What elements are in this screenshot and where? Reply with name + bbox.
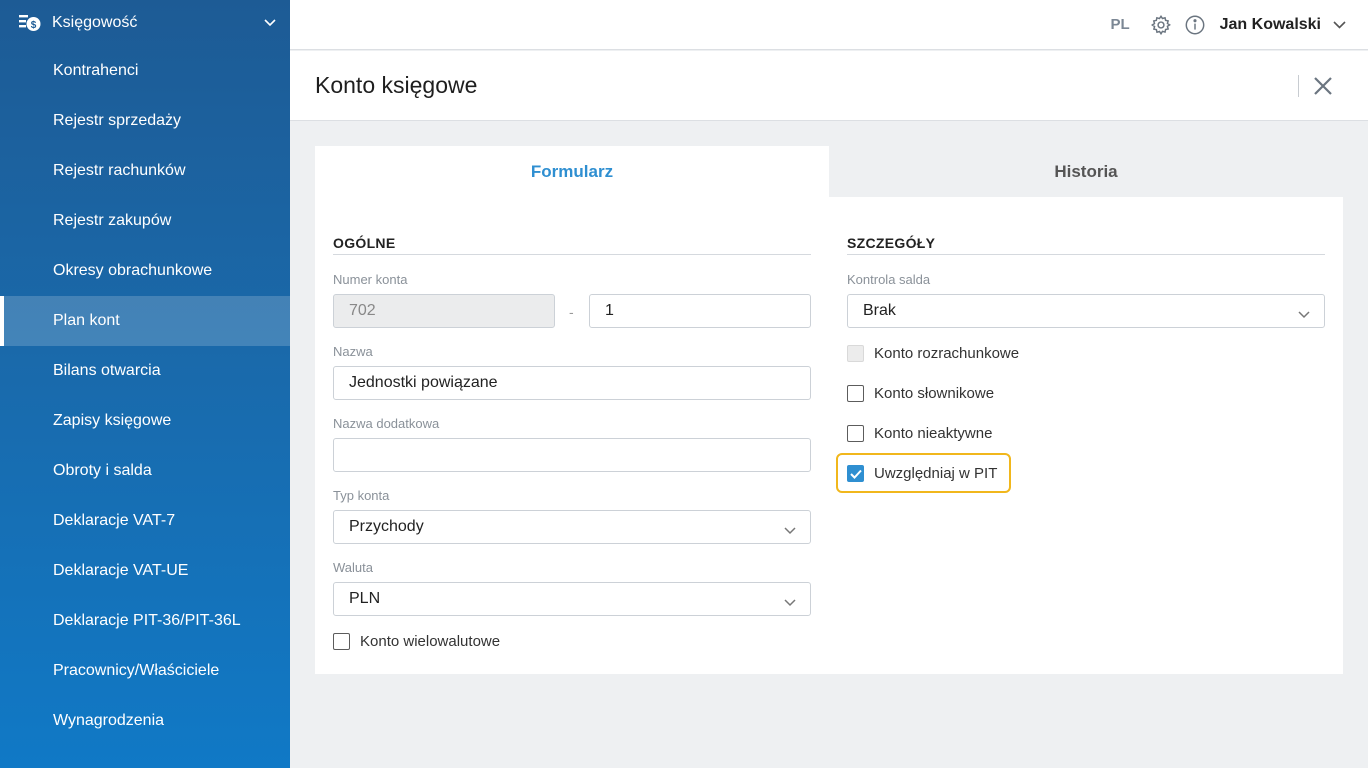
sidebar-item-kontrahenci[interactable]: Kontrahenci: [0, 46, 290, 96]
checkbox-box[interactable]: [847, 385, 864, 402]
account-prefix-field: 702: [333, 294, 555, 328]
gear-icon[interactable]: [1150, 14, 1172, 36]
extra-name-field[interactable]: [333, 438, 811, 472]
svg-text:$: $: [31, 20, 37, 31]
currency-value: PLN: [349, 590, 381, 607]
account-type-label: Typ konta: [333, 488, 390, 503]
checkbox-box[interactable]: [333, 633, 350, 650]
title-bar: Konto księgowe: [290, 51, 1368, 121]
sidebar-item-deklaracje-vat7[interactable]: Deklaracje VAT-7: [0, 496, 290, 546]
chevron-down-icon[interactable]: [250, 19, 290, 27]
sidebar-item-obroty-i-salda[interactable]: Obroty i salda: [0, 446, 290, 496]
settlement-account-label: Konto rozrachunkowe: [874, 345, 1020, 362]
currency-select[interactable]: PLN: [333, 582, 811, 616]
sidebar-item-pracownicy[interactable]: Pracownicy/Właściciele: [0, 646, 290, 696]
section-title-details: SZCZEGÓŁY: [847, 235, 936, 251]
currency-label: Waluta: [333, 560, 373, 575]
balance-control-select[interactable]: Brak: [847, 294, 1325, 328]
tab-historia[interactable]: Historia: [829, 146, 1343, 197]
settlement-account-checkbox: Konto rozrachunkowe: [847, 345, 1019, 362]
name-value: Jednostki powiązane: [349, 374, 498, 391]
sidebar-item-okresy-obrachunkowe[interactable]: Okresy obrachunkowe: [0, 246, 290, 296]
extra-name-label: Nazwa dodatkowa: [333, 416, 440, 431]
info-icon[interactable]: [1184, 14, 1206, 36]
accounting-icon: $: [19, 13, 41, 33]
name-label: Nazwa: [333, 344, 373, 359]
close-icon[interactable]: [1311, 74, 1335, 98]
sidebar: $ Księgowość Kontrahenci Rejestr sprzeda…: [0, 0, 290, 768]
sidebar-item-rejestr-sprzedazy[interactable]: Rejestr sprzedaży: [0, 96, 290, 146]
account-number-label: Numer konta: [333, 272, 408, 287]
tab-formularz[interactable]: Formularz: [315, 146, 829, 197]
language-switch[interactable]: PL: [1110, 16, 1129, 33]
page-title: Konto księgowe: [315, 72, 478, 98]
divider: [1298, 74, 1299, 97]
top-bar: PL Jan Kowalski: [290, 0, 1368, 50]
name-field[interactable]: Jednostki powiązane: [333, 366, 811, 400]
multicurrency-label: Konto wielowalutowe: [360, 633, 501, 650]
account-suffix-field[interactable]: 1: [589, 294, 811, 328]
inactive-account-label: Konto nieaktywne: [874, 425, 993, 442]
account-suffix-value: 1: [605, 302, 614, 319]
multicurrency-checkbox[interactable]: Konto wielowalutowe: [333, 633, 500, 650]
chevron-down-icon: [784, 594, 796, 612]
account-type-select[interactable]: Przychody: [333, 510, 811, 544]
sidebar-item-wynagrodzenia[interactable]: Wynagrodzenia: [0, 696, 290, 746]
divider: [333, 254, 811, 255]
chevron-down-icon[interactable]: [1333, 16, 1346, 34]
section-title-general: OGÓLNE: [333, 235, 396, 251]
sidebar-item-deklaracje-pit[interactable]: Deklaracje PIT-36/PIT-36L: [0, 596, 290, 646]
account-separator: -: [569, 304, 574, 320]
sidebar-header-label: Księgowość: [52, 14, 138, 31]
dictionary-account-label: Konto słownikowe: [874, 385, 995, 402]
sidebar-item-rejestr-rachunkow[interactable]: Rejestr rachunków: [0, 146, 290, 196]
balance-control-label: Kontrola salda: [847, 272, 931, 287]
account-type-value: Przychody: [349, 518, 424, 535]
dictionary-account-checkbox[interactable]: Konto słownikowe: [847, 385, 994, 402]
focus-highlight: [836, 453, 1011, 493]
chevron-down-icon: [1298, 306, 1310, 324]
tabs: Formularz Historia: [315, 146, 1343, 197]
checkbox-box: [847, 345, 864, 362]
divider: [847, 254, 1325, 255]
balance-control-value: Brak: [863, 302, 896, 319]
sidebar-item-deklaracje-vatue[interactable]: Deklaracje VAT-UE: [0, 546, 290, 596]
sidebar-item-bilans-otwarcia[interactable]: Bilans otwarcia: [0, 346, 290, 396]
inactive-account-checkbox[interactable]: Konto nieaktywne: [847, 425, 992, 442]
form-panel: OGÓLNE Numer konta 702 - 1 Nazwa Jednost…: [315, 197, 1343, 674]
sidebar-item-zapisy-ksiegowe[interactable]: Zapisy księgowe: [0, 396, 290, 446]
account-prefix-value: 702: [349, 302, 376, 319]
chevron-down-icon: [784, 522, 796, 540]
sidebar-item-plan-kont[interactable]: Plan kont: [0, 296, 290, 346]
user-name[interactable]: Jan Kowalski: [1220, 16, 1321, 34]
sidebar-item-rejestr-zakupow[interactable]: Rejestr zakupów: [0, 196, 290, 246]
checkbox-box[interactable]: [847, 425, 864, 442]
sidebar-header[interactable]: $ Księgowość: [0, 0, 290, 46]
